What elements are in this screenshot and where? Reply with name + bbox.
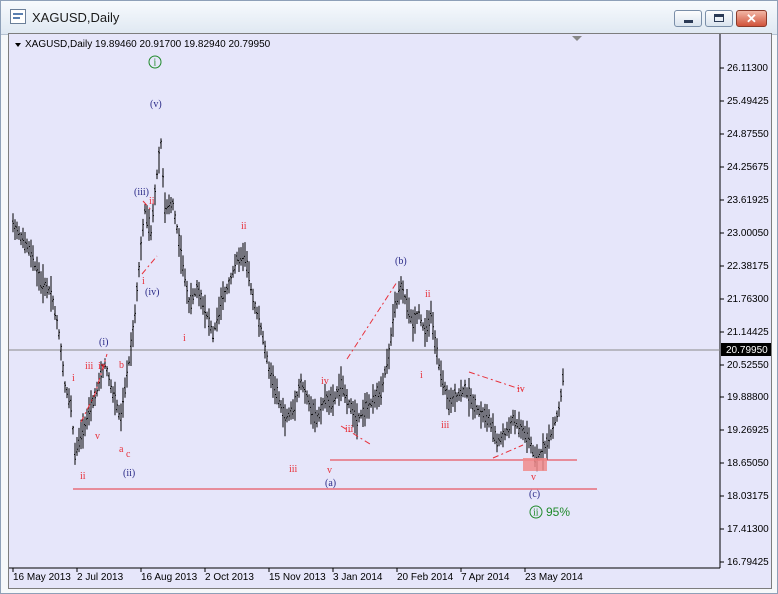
price-tick: 24.87550 <box>727 129 769 140</box>
wave-labels: (i) (ii) (iii) (iv) (v) (a) (b) (c) i ii… <box>72 99 540 500</box>
date-tick: 15 Nov 2013 <box>269 572 326 583</box>
date-tick: 20 Feb 2014 <box>397 572 454 583</box>
wave-label: v <box>95 431 100 442</box>
price-tick: 20.52550 <box>727 360 769 371</box>
price-tick: 19.88800 <box>727 392 769 403</box>
wave-label: (a) <box>325 478 336 489</box>
wave-label: i <box>142 276 145 287</box>
wave-label: v <box>327 465 332 476</box>
date-tick: 16 Aug 2013 <box>141 572 198 583</box>
wave-label: i <box>183 333 186 344</box>
window-title: XAGUSD,Daily <box>32 10 120 25</box>
wave-label: (ii) <box>123 468 135 479</box>
price-tick: 21.14425 <box>727 327 769 338</box>
price-tick: 17.41300 <box>727 524 769 535</box>
wave-label: ii <box>80 471 86 482</box>
wave-label: ii <box>241 221 247 232</box>
wave-label: iii <box>85 361 94 372</box>
maximize-button[interactable] <box>705 10 733 27</box>
wave-label: i <box>420 370 423 381</box>
title-bar[interactable]: XAGUSD,Daily <box>1 1 777 35</box>
chart-shift-marker-icon[interactable] <box>572 36 582 41</box>
time-axis: 16 May 2013 2 Jul 2013 16 Aug 2013 2 Oct… <box>12 568 583 583</box>
wave-label: ii <box>149 196 155 207</box>
wave-label: iv <box>517 384 525 395</box>
date-tick: 7 Apr 2014 <box>461 572 510 583</box>
price-tick: 18.03175 <box>727 491 769 502</box>
wave-label: iii <box>289 464 298 475</box>
wave-label: b <box>119 360 124 371</box>
wave-label: iv <box>98 361 106 372</box>
chart-menu-triangle-icon[interactable] <box>15 43 21 47</box>
current-price-label: 20.79950 <box>726 345 768 356</box>
price-axis: 26.11300 25.49425 24.87550 24.25675 23.6… <box>720 63 769 568</box>
chart-canvas[interactable]: XAGUSD,Daily 19.89460 20.91700 19.82940 … <box>9 34 771 588</box>
wave-label: i <box>72 373 75 384</box>
date-tick: 3 Jan 2014 <box>333 572 383 583</box>
wave-label: ii <box>425 289 431 300</box>
wave-label: (v) <box>150 99 162 110</box>
wave-label: iii <box>345 424 354 435</box>
chart-window-icon <box>10 9 26 24</box>
target-zone <box>523 458 547 471</box>
date-tick: 2 Jul 2013 <box>77 572 124 583</box>
price-tick: 19.26925 <box>727 425 769 436</box>
price-tick: 18.65050 <box>727 458 769 469</box>
close-button[interactable] <box>736 10 767 27</box>
price-tick: 23.61925 <box>727 195 769 206</box>
wave-label: (iv) <box>145 287 159 298</box>
wave-label: c <box>126 449 131 460</box>
circle-wave-text: ii <box>533 508 539 519</box>
wave-label: (i) <box>99 337 108 348</box>
wave-label: v <box>531 472 536 483</box>
symbol-info: XAGUSD,Daily 19.89460 20.91700 19.82940 … <box>25 39 271 50</box>
price-tick: 21.76300 <box>727 294 769 305</box>
minimize-button[interactable] <box>674 10 702 27</box>
circle-wave-label-i: i <box>148 55 162 69</box>
wave-label: (iii) <box>134 187 149 198</box>
date-tick: 16 May 2013 <box>13 572 71 583</box>
wave-label: a <box>119 444 124 455</box>
wave-label: iii <box>441 420 450 431</box>
date-tick: 23 May 2014 <box>525 572 583 583</box>
wave-label: (c) <box>529 489 540 500</box>
price-chart[interactable]: XAGUSD,Daily 19.89460 20.91700 19.82940 … <box>8 33 772 589</box>
circle-wave-label-ii: ii <box>529 505 543 519</box>
probability-annotation: 95% <box>546 505 570 519</box>
date-tick: 2 Oct 2013 <box>205 572 254 583</box>
circle-wave-text: i <box>154 58 157 69</box>
price-tick: 26.11300 <box>727 63 768 74</box>
wave-label: (b) <box>395 256 407 267</box>
wave-label: iv <box>321 376 329 387</box>
price-tick: 22.38175 <box>727 261 769 272</box>
price-bars <box>12 138 564 472</box>
price-tick: 23.00050 <box>727 228 769 239</box>
price-tick: 16.79425 <box>727 557 769 568</box>
price-tick: 25.49425 <box>727 96 769 107</box>
wave-channels <box>80 200 524 459</box>
price-tick: 24.25675 <box>727 162 769 173</box>
